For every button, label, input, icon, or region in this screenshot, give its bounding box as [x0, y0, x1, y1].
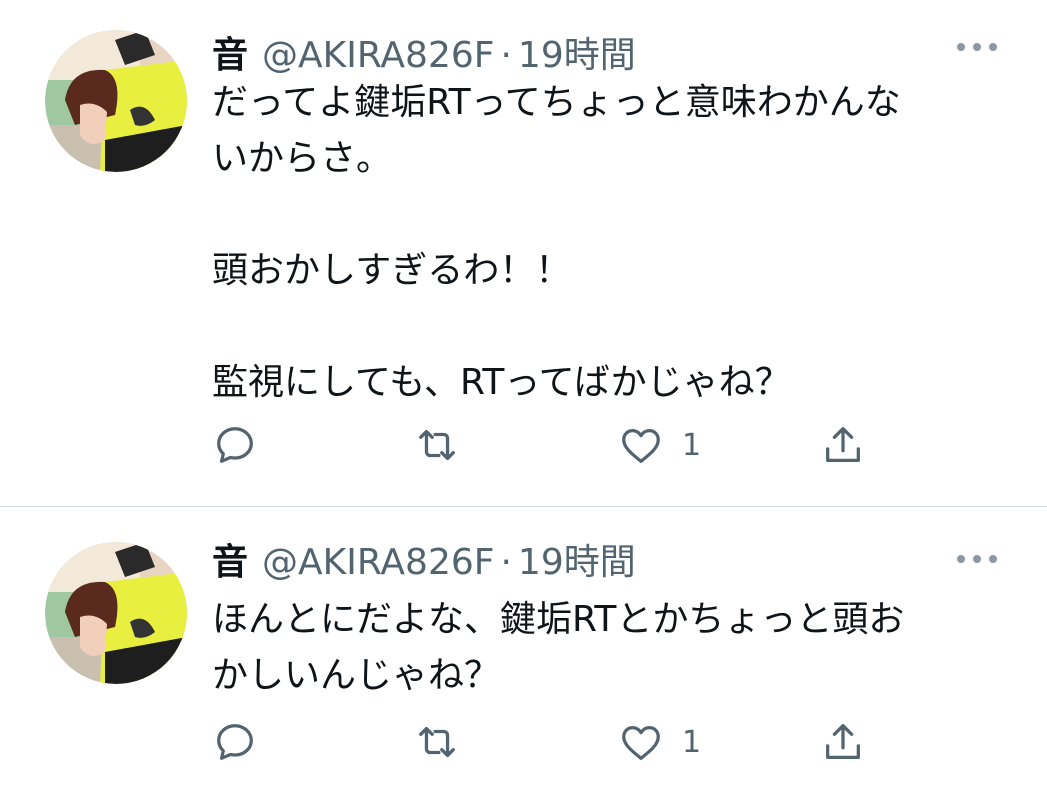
text-line: だってよ鍵垢RTってちょっと意味わかんな — [212, 82, 901, 123]
share-icon — [826, 427, 860, 462]
like-button[interactable]: 1 — [618, 420, 701, 470]
retweet-icon — [419, 429, 455, 461]
text-line: 頭おかしすぎるわ！！ — [212, 250, 572, 291]
more-horizontal-icon[interactable] — [957, 552, 997, 566]
like-button[interactable]: 1 — [618, 717, 701, 767]
author-name[interactable]: 音 — [212, 26, 248, 78]
separator: · — [500, 542, 512, 583]
text-line: いからさ。 — [212, 138, 393, 179]
retweet-button[interactable] — [414, 420, 478, 470]
reply-button[interactable] — [212, 717, 276, 767]
retweet-icon — [419, 726, 455, 758]
like-count: 1 — [682, 724, 702, 760]
timestamp[interactable]: 19時間 — [518, 533, 636, 585]
reply-icon — [217, 427, 253, 463]
tweet-header: 音 @AKIRA826F · 19時間 — [212, 26, 636, 76]
heart-icon — [622, 428, 660, 463]
reply-button[interactable] — [212, 420, 276, 470]
more-horizontal-icon[interactable] — [957, 40, 997, 54]
tweet[interactable]: 音 @AKIRA826F · 19時間 だってよ鍵垢RTってちょっと意味わかんな… — [0, 0, 1047, 506]
like-count: 1 — [682, 427, 702, 463]
heart-icon — [622, 725, 660, 760]
text-line: ほんとにだよな、鍵垢RTとかちょっと頭お — [212, 599, 905, 640]
author-handle[interactable]: @AKIRA826F — [262, 542, 494, 583]
timestamp[interactable]: 19時間 — [518, 26, 636, 78]
avatar[interactable] — [45, 30, 187, 172]
share-icon — [826, 724, 860, 759]
author-name[interactable]: 音 — [212, 533, 248, 585]
text-line: かしいんじゃね？ — [212, 655, 501, 696]
text-line: 監視にしても、RTってばかじゃね？ — [212, 362, 791, 403]
action-bar: 1 — [212, 420, 912, 470]
author-handle[interactable]: @AKIRA826F — [262, 35, 494, 76]
share-button[interactable] — [820, 420, 866, 470]
share-button[interactable] — [820, 717, 866, 767]
reply-icon — [217, 724, 253, 760]
action-bar: 1 — [212, 717, 912, 767]
separator: · — [500, 35, 512, 76]
tweet-text: ほんとにだよな、鍵垢RTとかちょっと頭お かしいんじゃね？ — [212, 592, 1012, 704]
tweet-header: 音 @AKIRA826F · 19時間 — [212, 533, 636, 583]
tweet-text: だってよ鍵垢RTってちょっと意味わかんな いからさ。 頭おかしすぎるわ！！ 監視… — [212, 75, 1012, 411]
retweet-button[interactable] — [414, 717, 478, 767]
tweet[interactable]: 音 @AKIRA826F · 19時間 ほんとにだよな、鍵垢RTとかちょっと頭お… — [0, 507, 1047, 800]
avatar[interactable] — [45, 542, 187, 684]
